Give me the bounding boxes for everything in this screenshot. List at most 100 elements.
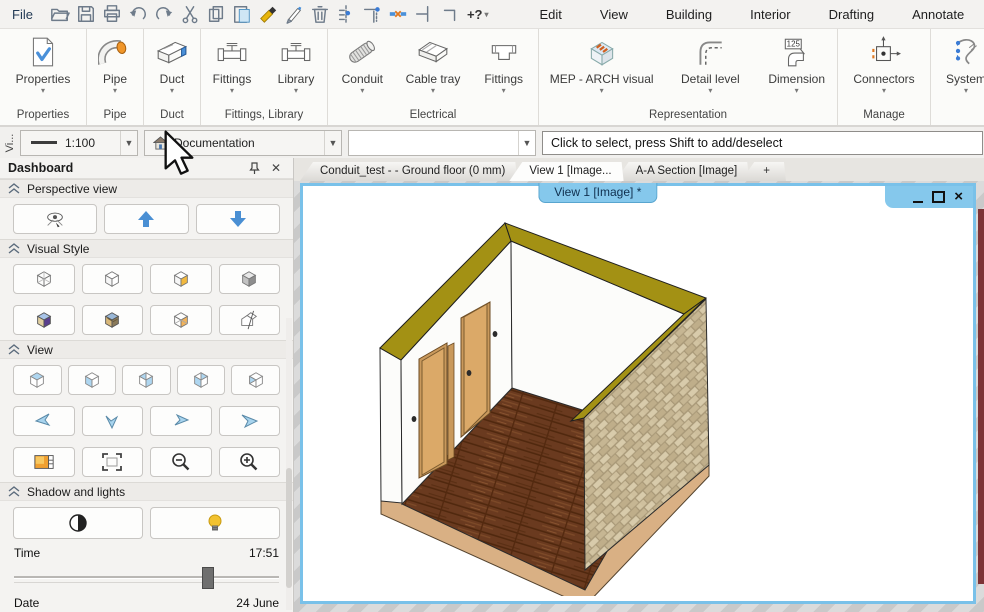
tab-add[interactable]: +: [741, 162, 786, 181]
perspective-up-button[interactable]: [104, 204, 188, 234]
pen-icon[interactable]: [281, 2, 307, 26]
ribbon-button-fittings-electrical[interactable]: Fittings ▾: [469, 31, 538, 95]
copy-icon[interactable]: [203, 2, 229, 26]
tab-section[interactable]: A-A Section [Image]: [616, 162, 750, 181]
perspective-edit-button[interactable]: [13, 204, 97, 234]
pin-icon[interactable]: [249, 162, 267, 175]
layer-dropdown[interactable]: Documentation ▼: [144, 130, 342, 156]
ribbon-button-detail-level[interactable]: Detail level ▾: [666, 31, 754, 95]
rotate-left-button[interactable]: [13, 406, 75, 436]
chevron-down-icon: ▾: [485, 10, 489, 19]
ribbon-button-connectors[interactable]: Connectors ▾: [838, 31, 930, 95]
delete-icon[interactable]: [307, 2, 333, 26]
section-perspective-view[interactable]: Perspective view: [0, 179, 293, 198]
snap-trim-icon[interactable]: [411, 2, 437, 26]
menu-edit[interactable]: Edit: [521, 7, 581, 22]
rotate-up-button[interactable]: [150, 406, 212, 436]
search-combo[interactable]: ▼: [348, 130, 536, 156]
view-left-button[interactable]: [177, 365, 226, 395]
snap-offset-icon[interactable]: [359, 2, 385, 26]
menu-annotate[interactable]: Annotate: [893, 7, 983, 22]
fit-to-screen-button[interactable]: [82, 447, 144, 477]
add-query-button[interactable]: +?▾: [463, 7, 493, 22]
style-shaded-button[interactable]: [150, 264, 212, 294]
section-visual-style[interactable]: Visual Style: [0, 239, 293, 258]
view-top-button[interactable]: [13, 365, 62, 395]
menu-building[interactable]: Building: [647, 7, 731, 22]
rotate-right-button[interactable]: [219, 406, 281, 436]
render-image-button[interactable]: [13, 447, 75, 477]
view-right-button[interactable]: [231, 365, 280, 395]
ribbon-button-fittings[interactable]: Fittings ▾: [201, 31, 263, 95]
style-xray-button[interactable]: [150, 305, 212, 335]
open-icon[interactable]: [47, 2, 73, 26]
close-window-button[interactable]: ×: [954, 190, 963, 204]
style-section-axo-button[interactable]: [219, 305, 281, 335]
menu-interior[interactable]: Interior: [731, 7, 809, 22]
view-toolbar: Vi... 1:100 ▼ Documentation ▼ ▼ Click to…: [0, 127, 984, 159]
maximize-button[interactable]: [932, 191, 945, 203]
section-title: Perspective view: [27, 182, 117, 196]
chevron-down-icon: ▾: [230, 86, 234, 95]
ribbon-group-label: Fittings, Library: [201, 106, 327, 125]
file-menu[interactable]: File: [0, 7, 47, 22]
redo-icon[interactable]: [151, 2, 177, 26]
duct-icon: [155, 31, 189, 73]
dashboard-scrollbar[interactable]: [286, 318, 292, 610]
undo-icon[interactable]: [125, 2, 151, 26]
ribbon-button-properties[interactable]: Properties ▾: [0, 31, 86, 95]
style-gray-shaded-button[interactable]: [219, 264, 281, 294]
cut-icon[interactable]: [177, 2, 203, 26]
style-colored-button[interactable]: [13, 305, 75, 335]
scale-dropdown[interactable]: 1:100 ▼: [20, 130, 138, 156]
snap-node-icon[interactable]: [333, 2, 359, 26]
ribbon-group-label: Electrical: [328, 106, 538, 125]
format-painter-icon[interactable]: [255, 2, 281, 26]
style-hidden-line-button[interactable]: [82, 264, 144, 294]
zoom-in-button[interactable]: [219, 447, 281, 477]
time-slider-track-shadow: [14, 582, 279, 583]
menu-drafting[interactable]: Drafting: [810, 7, 894, 22]
print-icon[interactable]: [99, 2, 125, 26]
paste-icon[interactable]: [229, 2, 255, 26]
snap-break-icon[interactable]: [385, 2, 411, 26]
dashboard-scrollbar-thumb[interactable]: [286, 468, 292, 588]
ribbon-button-pipe[interactable]: Pipe ▾: [87, 31, 143, 95]
ribbon-button-conduit[interactable]: Conduit ▾: [328, 31, 397, 95]
ribbon-button-cable-tray[interactable]: Cable tray ▾: [399, 31, 468, 95]
style-textured-button[interactable]: [82, 305, 144, 335]
zoom-out-button[interactable]: [150, 447, 212, 477]
status-text: Click to select, press Shift to add/dese…: [551, 136, 782, 150]
style-wireframe-button[interactable]: [13, 264, 75, 294]
corner-icon[interactable]: [437, 2, 463, 26]
section-view[interactable]: View: [0, 340, 293, 359]
ribbon-button-library[interactable]: Library ▾: [265, 31, 327, 95]
save-icon[interactable]: [73, 2, 99, 26]
close-icon[interactable]: ✕: [267, 161, 285, 175]
shadow-toggle-button[interactable]: [13, 507, 143, 539]
3d-canvas[interactable]: [303, 186, 973, 601]
tab-view-1[interactable]: View 1 [Image...: [509, 162, 623, 181]
perspective-down-button[interactable]: [196, 204, 280, 234]
ribbon-button-dimension[interactable]: 125 Dimension ▾: [756, 31, 837, 95]
ribbon-button-system[interactable]: System ▾: [931, 31, 984, 95]
ribbon-group-label: Properties: [0, 106, 86, 125]
time-slider-track[interactable]: [14, 576, 279, 579]
menu-view[interactable]: View: [581, 7, 647, 22]
section-shadow-lights[interactable]: Shadow and lights: [0, 482, 293, 501]
minimize-button[interactable]: [913, 192, 923, 203]
tab-ground-floor[interactable]: Conduit_test - - Ground floor (0 mm): [300, 162, 517, 181]
rotate-down-button[interactable]: [82, 406, 144, 436]
time-slider[interactable]: [14, 566, 279, 585]
time-slider-thumb[interactable]: [202, 567, 214, 589]
ribbon-button-mep-arch-visual[interactable]: MEP - ARCH visual ▾: [539, 31, 664, 95]
status-prompt: Click to select, press Shift to add/dese…: [542, 131, 983, 155]
lights-toggle-button[interactable]: [150, 507, 280, 539]
collapse-chevron-icon: [8, 183, 20, 194]
view-back-button[interactable]: [122, 365, 171, 395]
ribbon-button-duct[interactable]: Duct ▾: [144, 31, 200, 95]
view-window-title[interactable]: View 1 [Image] *: [538, 183, 657, 203]
mdi-background: View 1 [Image] * ×: [294, 181, 984, 612]
view-front-button[interactable]: [68, 365, 117, 395]
layer-value: Documentation: [174, 136, 255, 150]
